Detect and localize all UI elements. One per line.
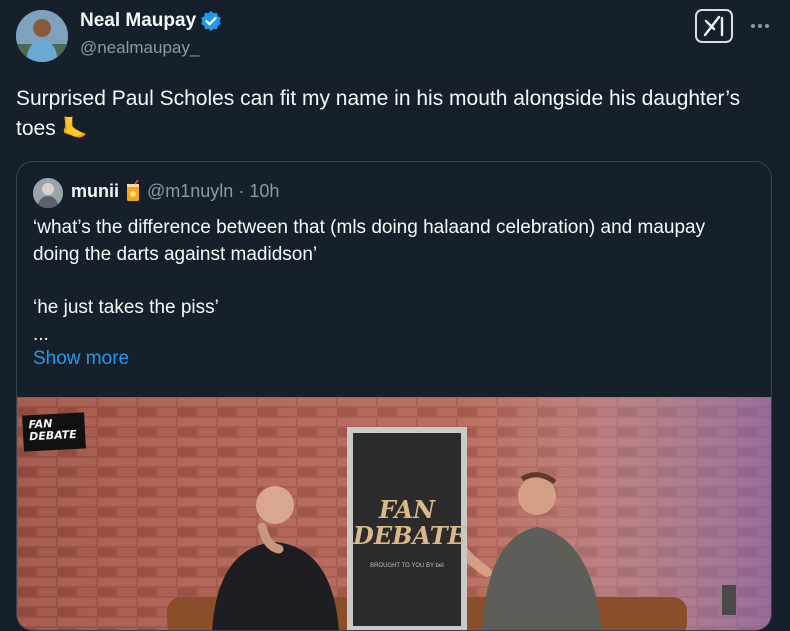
quoted-tweet[interactable]: munii @m1nuyln · 10h ‘what’s the differe… xyxy=(16,161,772,631)
quoted-timestamp[interactable]: 10h xyxy=(249,181,279,202)
quoted-media-video[interactable]: FAN DEBATE FAN DEBATE BROUGHT TO YOU BY … xyxy=(17,397,771,630)
grok-button[interactable] xyxy=(695,9,733,43)
quoted-line: ‘he just takes the piss’ xyxy=(33,297,219,318)
banner-subtitle: BROUGHT TO YOU BY bet xyxy=(370,563,444,569)
quoted-line: ... xyxy=(33,324,49,345)
more-icon-dot xyxy=(765,24,769,28)
quoted-name[interactable]: munii xyxy=(71,181,119,202)
quoted-header: munii @m1nuyln · 10h xyxy=(71,180,279,202)
more-icon-dot xyxy=(758,24,762,28)
author-name[interactable]: Neal Maupay xyxy=(80,10,196,32)
verified-badge-icon xyxy=(201,11,221,31)
author-name-row[interactable]: Neal Maupay xyxy=(80,10,222,32)
author-avatar[interactable] xyxy=(16,10,68,62)
quoted-handle[interactable]: @m1nuyln xyxy=(147,181,233,202)
more-options-button[interactable] xyxy=(746,14,774,38)
quoted-text: ‘what’s the difference between that (mls… xyxy=(33,214,753,348)
more-icon-dot xyxy=(751,24,755,28)
banner-title: FAN DEBATE xyxy=(353,495,466,550)
quoted-line: ‘what’s the difference between that (mls… xyxy=(33,217,706,265)
quoted-avatar[interactable] xyxy=(33,178,63,208)
tweet-text: Surprised Paul Scholes can fit my name i… xyxy=(16,87,741,140)
show-more-link[interactable]: Show more xyxy=(33,348,129,370)
drink-emoji-icon xyxy=(127,180,139,201)
quoted-separator: · xyxy=(238,180,245,201)
fan-debate-logo: FAN DEBATE xyxy=(22,412,86,452)
author-handle[interactable]: @nealmaupay_ xyxy=(80,38,199,58)
grok-icon xyxy=(703,15,724,37)
fan-debate-banner: FAN DEBATE BROUGHT TO YOU BY bet xyxy=(347,427,467,630)
